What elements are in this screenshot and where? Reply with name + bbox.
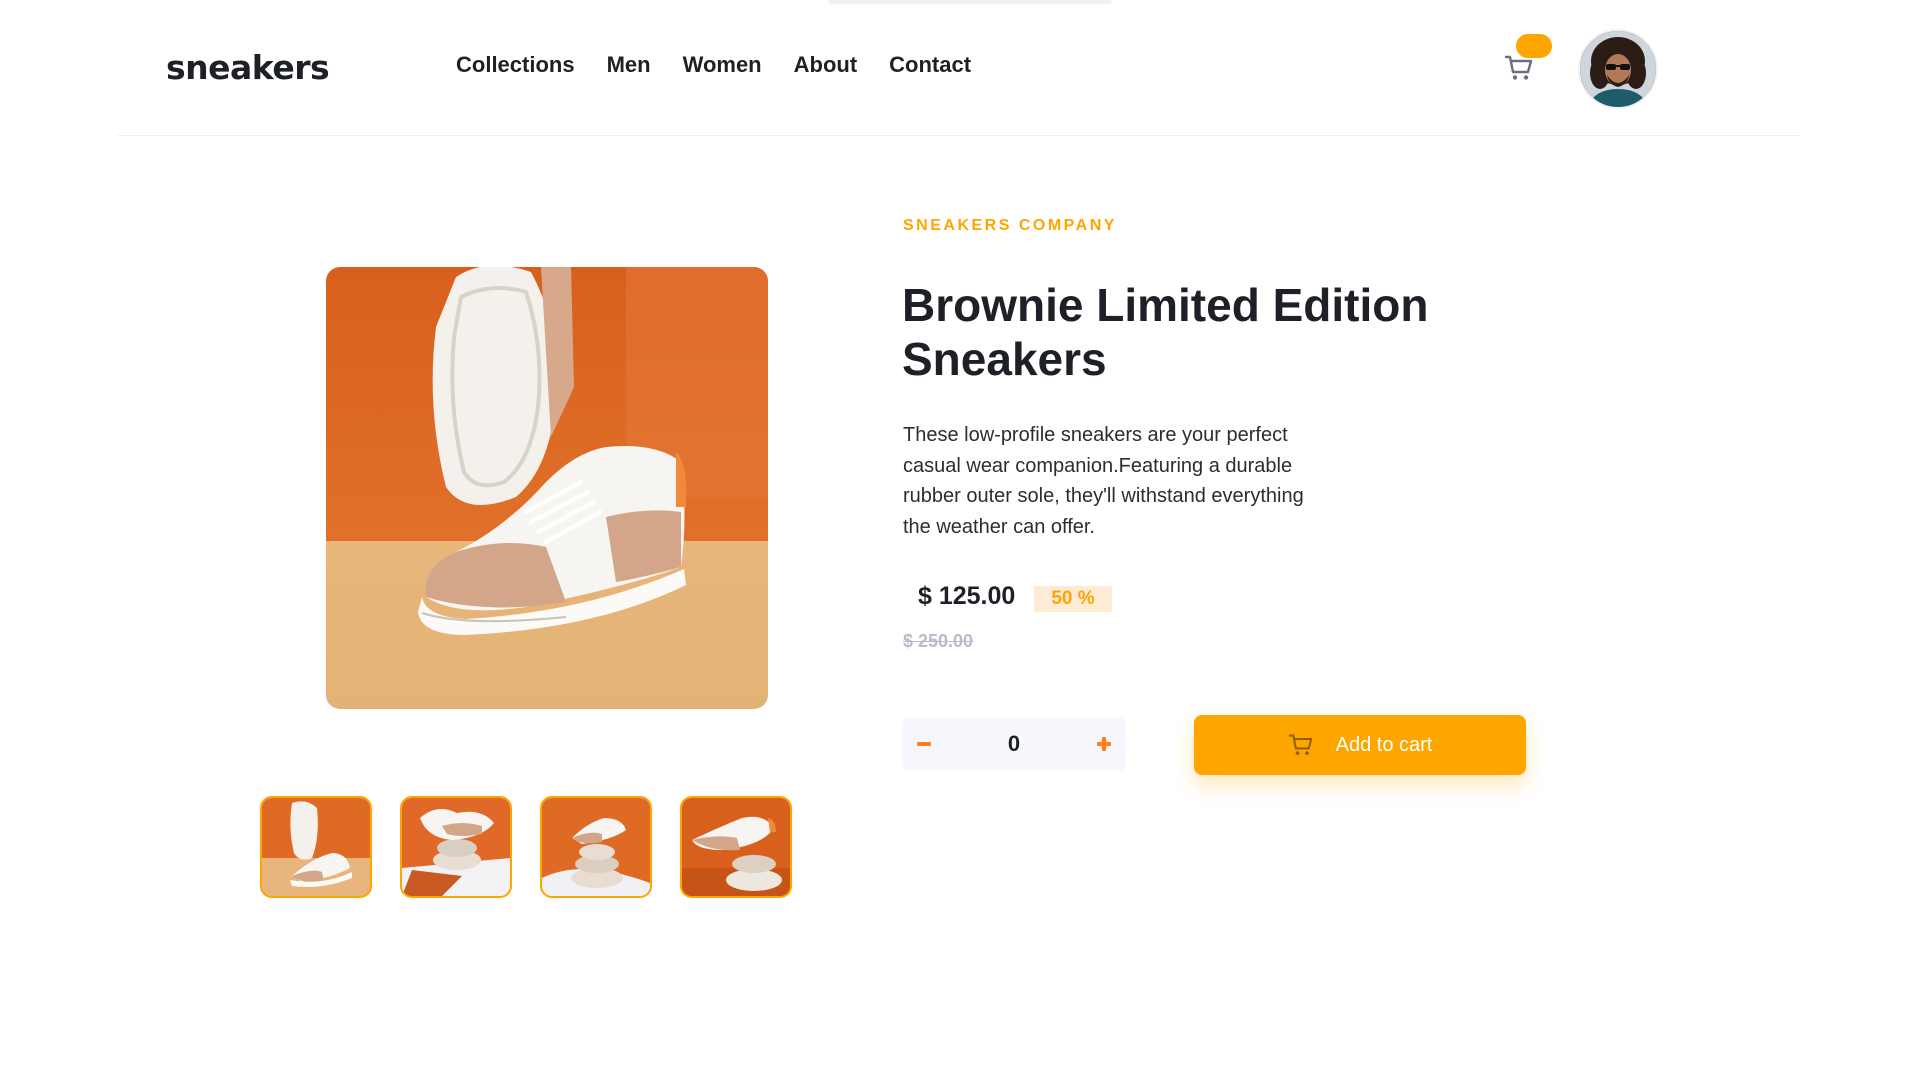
main-nav: Collections Men Women About Contact [456,52,971,78]
cart-icon [1504,55,1533,80]
avatar-image [1580,31,1656,107]
original-price: $ 250.00 [903,631,974,651]
site-logo[interactable]: sneakers [166,48,330,87]
product-description: These low-profile sneakers are your perf… [903,424,1304,538]
thumbnail-2[interactable] [400,796,512,898]
quantity-stepper: 0 [902,717,1126,771]
main-product-image[interactable] [326,267,768,709]
thumbnail-1[interactable] [260,796,372,898]
add-to-cart-button[interactable]: Add to cart [1194,715,1526,775]
thumbnail-list [260,796,792,898]
thumbnail-image-1 [262,798,370,896]
cart-badge [1516,34,1552,58]
increase-quantity-button[interactable] [1084,717,1124,771]
thumbnail-3[interactable] [540,796,652,898]
company-label: SNEAKERS COMPANY [903,217,1117,234]
user-avatar[interactable] [1578,29,1658,109]
cart-icon [1288,734,1312,756]
decrease-quantity-button[interactable] [904,717,944,771]
thumbnail-image-2 [402,798,510,896]
current-price: $ 125.00 [918,582,1016,610]
product-page: sneakers Collections Men Women About Con… [0,0,1920,1080]
nav-contact[interactable]: Contact [889,52,971,78]
add-to-cart-label: Add to cart [1335,733,1433,756]
nav-women[interactable]: Women [683,52,762,78]
minus-icon [917,742,931,746]
nav-about[interactable]: About [794,52,858,78]
thumbnail-4[interactable] [680,796,792,898]
sneaker-image [326,267,768,709]
product-title: Brownie Limited Edition Sneakers [902,279,1429,385]
thumbnail-image-3 [542,798,650,896]
nav-collections[interactable]: Collections [456,52,575,78]
discount-badge: 50 % [1034,586,1112,612]
cart-button[interactable] [1504,54,1540,86]
site-header: sneakers Collections Men Women About Con… [118,0,1800,136]
plus-icon [1097,737,1111,751]
thumbnail-image-4 [682,798,790,896]
nav-men[interactable]: Men [607,52,651,78]
quantity-value: 0 [1007,731,1021,756]
